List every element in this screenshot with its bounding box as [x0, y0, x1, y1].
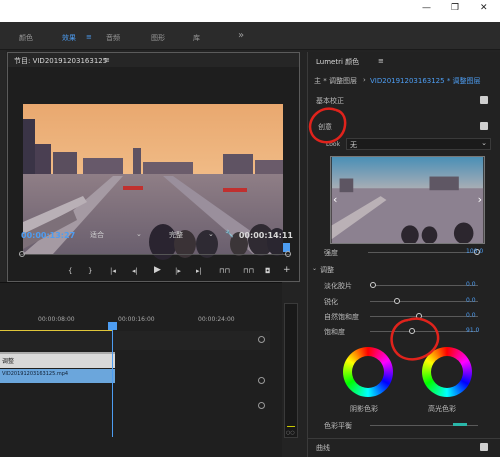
annotation-overlay	[308, 107, 440, 361]
annotation-circle-creative	[308, 107, 347, 144]
annotation-circle-saturation	[390, 317, 440, 361]
